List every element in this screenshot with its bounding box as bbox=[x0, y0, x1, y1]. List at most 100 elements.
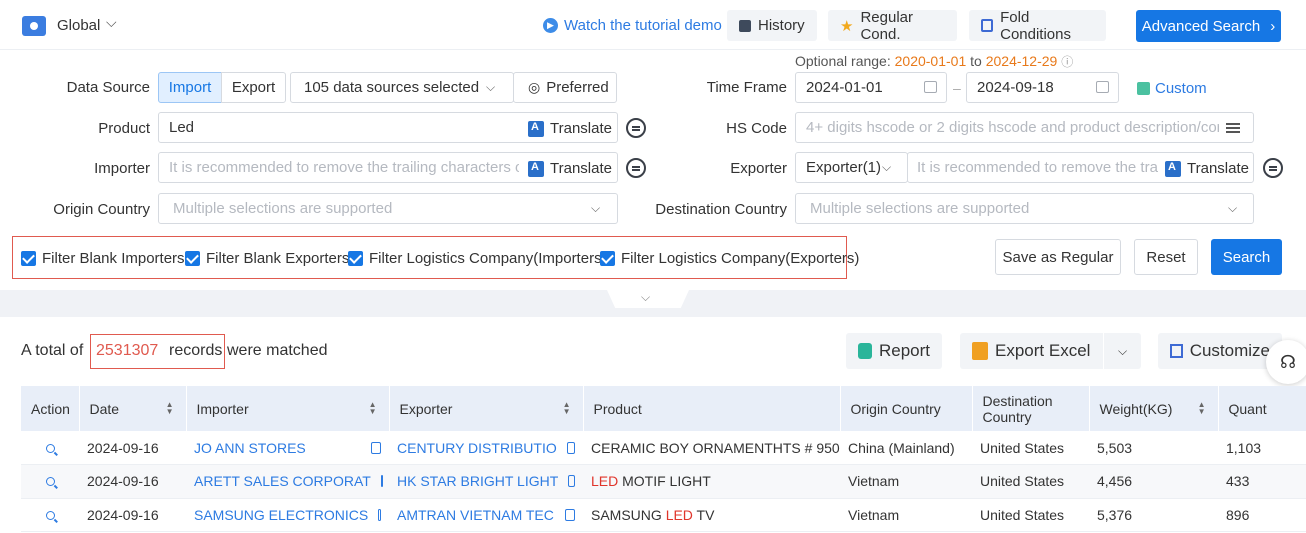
sort-icon[interactable]: ▲ ▼ bbox=[563, 401, 571, 416]
col-destination: Destination Country bbox=[972, 386, 1090, 431]
date-separator: – bbox=[953, 80, 961, 96]
cell-importer[interactable]: JO ANN STORES bbox=[186, 431, 389, 465]
col-exporter[interactable]: Exporter ▲ ▼ bbox=[389, 386, 584, 431]
chevron-down-icon[interactable]: ⌵ bbox=[1228, 201, 1237, 216]
cell-exporter[interactable]: CENTURY DISTRIBUTIO bbox=[389, 431, 583, 465]
col-date[interactable]: Date ▲ ▼ bbox=[79, 386, 187, 431]
report-button[interactable]: Report bbox=[846, 333, 942, 369]
custom-icon bbox=[1137, 82, 1150, 95]
chevron-down-icon[interactable]: ⌵ bbox=[591, 201, 600, 216]
help-icon[interactable]: ⓘ bbox=[1061, 55, 1073, 69]
data-sources-select[interactable]: 105 data sources selected bbox=[290, 72, 514, 103]
reset-button[interactable]: Reset bbox=[1134, 239, 1198, 275]
exporter-link[interactable]: CENTURY DISTRIBUTIO bbox=[397, 440, 557, 456]
custom-date-button[interactable]: Custom bbox=[1137, 80, 1207, 97]
col-exporter-label: Exporter bbox=[399, 400, 453, 417]
export-options-dropdown[interactable]: ⌵ bbox=[1103, 333, 1141, 369]
importer-translate-button[interactable]: Translate bbox=[528, 160, 612, 177]
copy-icon[interactable] bbox=[566, 441, 575, 454]
exporter-link[interactable]: AMTRAN VIETNAM TEC bbox=[397, 507, 554, 523]
product-highlight: LED bbox=[665, 506, 693, 523]
export-toggle[interactable]: Export bbox=[221, 72, 286, 103]
report-label: Report bbox=[878, 341, 930, 360]
cell-importer[interactable]: SAMSUNG ELECTRONICS bbox=[186, 498, 389, 532]
view-detail-button[interactable] bbox=[21, 464, 79, 499]
view-detail-button[interactable] bbox=[21, 431, 79, 465]
translate-label: Translate bbox=[550, 120, 612, 137]
excel-icon bbox=[972, 342, 988, 360]
chevron-down-icon[interactable]: ⌵ bbox=[882, 160, 891, 175]
optional-range-label: Optional range: bbox=[795, 53, 891, 69]
sort-icon[interactable]: ▲ ▼ bbox=[166, 401, 174, 416]
importer-link[interactable]: ARETT SALES CORPORAT bbox=[194, 473, 371, 489]
advanced-search-button[interactable]: Advanced Search › bbox=[1136, 10, 1281, 42]
export-excel-button[interactable]: Export Excel bbox=[960, 333, 1104, 369]
translate-icon bbox=[528, 160, 544, 177]
data-source-label: Data Source bbox=[66, 79, 150, 96]
exporter-label: Exporter bbox=[730, 160, 787, 177]
cell-exporter[interactable]: AMTRAN VIETNAM TEC bbox=[389, 498, 583, 532]
cell-importer[interactable]: ARETT SALES CORPORAT bbox=[186, 464, 389, 499]
dictionary-icon[interactable] bbox=[626, 118, 646, 138]
copy-icon[interactable] bbox=[380, 475, 383, 488]
headset-icon[interactable]: ☊ bbox=[1266, 340, 1306, 384]
search-button[interactable]: Search bbox=[1211, 239, 1282, 275]
regular-cond-button[interactable]: ★ Regular Cond. bbox=[828, 9, 957, 43]
chevron-down-icon[interactable]: ⌵ bbox=[106, 14, 117, 31]
chevron-down-icon[interactable]: ⌵ bbox=[641, 290, 650, 305]
history-button[interactable]: History bbox=[727, 10, 817, 41]
search-icon bbox=[45, 443, 55, 453]
copy-icon[interactable] bbox=[565, 508, 575, 521]
report-icon bbox=[858, 343, 872, 359]
product-label: Product bbox=[98, 120, 150, 137]
sort-icon[interactable]: ▲ ▼ bbox=[369, 401, 377, 416]
preferred-button[interactable]: ◎ Preferred bbox=[513, 72, 617, 103]
origin-country-label: Origin Country bbox=[53, 201, 150, 218]
col-importer[interactable]: Importer ▲ ▼ bbox=[186, 386, 390, 431]
cell-exporter[interactable]: HK STAR BRIGHT LIGHT bbox=[389, 464, 583, 499]
col-weight[interactable]: Weight(KG) ▲ ▼ bbox=[1089, 386, 1219, 431]
filter-logistics-exporters-checkbox[interactable]: Filter Logistics Company(Exporters) bbox=[600, 250, 859, 267]
save-as-regular-button[interactable]: Save as Regular bbox=[995, 239, 1121, 275]
date-to-value: 2024-09-18 bbox=[977, 79, 1054, 96]
view-detail-button[interactable] bbox=[21, 498, 79, 532]
product-text: SAMSUNG bbox=[591, 506, 666, 523]
dictionary-icon[interactable] bbox=[1263, 158, 1283, 178]
sort-icon[interactable]: ▲ ▼ bbox=[1198, 401, 1206, 416]
region-select-label[interactable]: Global bbox=[57, 17, 100, 34]
date-from-value: 2024-01-01 bbox=[806, 79, 883, 96]
filter-blank-importers-checkbox[interactable]: Filter Blank Importers bbox=[21, 250, 185, 267]
cell-origin: Vietnam bbox=[840, 464, 972, 499]
hs-code-input[interactable]: 4+ digits hscode or 2 digits hscode and … bbox=[795, 112, 1254, 143]
exporter-link[interactable]: HK STAR BRIGHT LIGHT bbox=[397, 473, 558, 489]
cell-product: SAMSUNG LED TV bbox=[583, 498, 840, 532]
cell-quantity: 1,103 bbox=[1218, 431, 1306, 465]
dictionary-icon[interactable] bbox=[626, 158, 646, 178]
copy-icon[interactable] bbox=[378, 508, 381, 521]
list-icon[interactable] bbox=[1226, 123, 1240, 133]
copy-icon[interactable] bbox=[371, 441, 381, 454]
origin-country-select[interactable]: Multiple selections are supported bbox=[158, 193, 618, 224]
range-end: 2024-12-29 bbox=[985, 53, 1058, 69]
importer-link[interactable]: SAMSUNG ELECTRONICS bbox=[194, 507, 368, 523]
filter-blank-exporters-checkbox[interactable]: Filter Blank Exporters bbox=[185, 250, 349, 267]
importer-link[interactable]: JO ANN STORES bbox=[194, 440, 306, 456]
chevron-down-icon[interactable]: ⌵ bbox=[486, 80, 495, 95]
exporter-translate-button[interactable]: Translate bbox=[1165, 160, 1249, 177]
customize-button[interactable]: Customize bbox=[1158, 333, 1282, 369]
destination-country-select[interactable]: Multiple selections are supported bbox=[795, 193, 1254, 224]
tutorial-link[interactable]: ▶ Watch the tutorial demo bbox=[543, 17, 722, 34]
copy-icon[interactable] bbox=[568, 475, 575, 488]
checkbox-checked-icon bbox=[600, 251, 615, 266]
filter-logistics-importers-checkbox[interactable]: Filter Logistics Company(Importers) bbox=[348, 250, 607, 267]
cell-date: 2024-09-16 bbox=[79, 464, 186, 499]
fold-conditions-button[interactable]: Fold Conditions bbox=[969, 9, 1106, 43]
filter-blank-exporters-label: Filter Blank Exporters bbox=[206, 250, 350, 267]
cell-quantity: 896 bbox=[1218, 498, 1306, 532]
import-toggle[interactable]: Import bbox=[158, 72, 222, 103]
cell-destination: United States bbox=[972, 431, 1089, 465]
cell-weight: 5,376 bbox=[1089, 498, 1218, 532]
product-translate-button[interactable]: Translate bbox=[528, 120, 612, 137]
product-value: Led bbox=[169, 119, 195, 136]
cell-origin: China (Mainland) bbox=[840, 431, 972, 465]
